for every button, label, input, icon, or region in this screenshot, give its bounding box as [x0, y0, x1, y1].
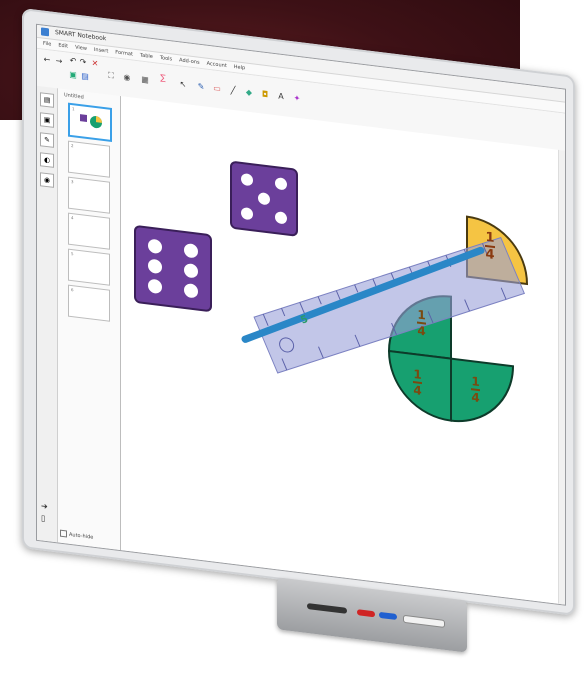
back-icon[interactable]: ← [43, 55, 51, 65]
side-tabs: ▤ ▣ ✎ ◐ ◉ ➔ ▯ [37, 85, 58, 543]
text-icon[interactable]: A [277, 91, 285, 101]
table-icon[interactable]: ▦ [141, 75, 149, 85]
menu-help[interactable]: Help [234, 62, 245, 73]
menu-edit[interactable]: Edit [58, 40, 68, 51]
page-thumbnail[interactable]: 1 [68, 102, 112, 143]
pen-icon[interactable]: ✎ [197, 82, 205, 92]
page-thumbnail[interactable]: 5 [68, 248, 110, 286]
page-thumbnail[interactable]: 2 [68, 140, 110, 178]
tab-page-sorter[interactable]: ▤ [40, 92, 54, 108]
tab-attachments[interactable]: ✎ [40, 132, 54, 148]
page-thumbnail[interactable]: 4 [68, 212, 110, 250]
fraction-label-yellow: 14 [485, 229, 495, 264]
page-thumbnail[interactable]: 3 [68, 176, 110, 214]
eraser[interactable] [403, 614, 445, 628]
die-five[interactable] [230, 161, 298, 237]
pen-blue[interactable] [379, 611, 397, 621]
magic-pen-icon[interactable]: ✦ [293, 93, 301, 103]
select-icon[interactable]: ↖ [179, 79, 187, 89]
window-title: SMART Notebook [55, 29, 107, 43]
die-six[interactable] [134, 225, 212, 312]
add-page-icon[interactable]: ▣ [69, 70, 77, 80]
forward-icon[interactable]: → [55, 56, 63, 66]
move-arrow-icon[interactable]: ➔ [41, 500, 48, 513]
tab-properties[interactable]: ◐ [40, 152, 54, 168]
canvas-objects [134, 161, 529, 423]
menu-insert[interactable]: Insert [94, 45, 108, 57]
fullscreen-icon[interactable]: ⛶ [107, 71, 115, 81]
menu-file[interactable]: File [43, 39, 51, 50]
menu-table[interactable]: Table [140, 50, 153, 62]
tab-gallery[interactable]: ▣ [40, 112, 54, 128]
shape-icon[interactable]: ◆ [245, 87, 253, 97]
fraction-label-green-right: 14 [471, 374, 480, 406]
line-icon[interactable]: ╱ [229, 86, 237, 96]
pen-black[interactable] [307, 602, 347, 614]
menu-tools[interactable]: Tools [160, 53, 172, 65]
page-icon[interactable]: ▯ [41, 512, 48, 525]
eraser-icon[interactable]: ▭ [213, 83, 221, 93]
autohide-checkbox[interactable]: Auto-hide [60, 529, 94, 541]
page-thumbnail[interactable]: 6 [68, 284, 110, 322]
interactive-whiteboard: SMART Notebook File Edit View Insert For… [22, 8, 582, 687]
checkbox-icon [60, 529, 67, 538]
document-camera-icon[interactable]: ◉ [123, 72, 131, 82]
vertical-scrollbar[interactable] [558, 149, 565, 605]
tab-addons[interactable]: ◉ [40, 172, 54, 188]
undo-icon[interactable]: ↶ [69, 56, 77, 66]
app-logo-icon [41, 27, 49, 37]
notebook-window: SMART Notebook File Edit View Insert For… [36, 23, 566, 606]
fraction-label-green-left: 14 [413, 367, 422, 399]
pen-red[interactable] [357, 609, 375, 618]
delete-icon[interactable]: ✕ [91, 59, 99, 69]
fill-icon[interactable]: ◘ [261, 89, 269, 99]
page-sorter: Untitled 1 2 3 4 5 6 Auto-hide [58, 88, 121, 551]
math-icon[interactable]: ∑ [159, 73, 167, 83]
bottom-tools: ➔ ▯ [41, 500, 48, 525]
autohide-label: Auto-hide [69, 531, 94, 541]
menu-view[interactable]: View [75, 43, 87, 54]
redo-icon[interactable]: ↷ [79, 57, 87, 67]
whiteboard-canvas[interactable]: 14 14 14 14 5 [121, 96, 565, 605]
board-frame: SMART Notebook File Edit View Insert For… [22, 8, 575, 616]
screen-shade-icon[interactable]: ▤ [81, 71, 89, 81]
fraction-label-green-top: 14 [417, 307, 426, 339]
